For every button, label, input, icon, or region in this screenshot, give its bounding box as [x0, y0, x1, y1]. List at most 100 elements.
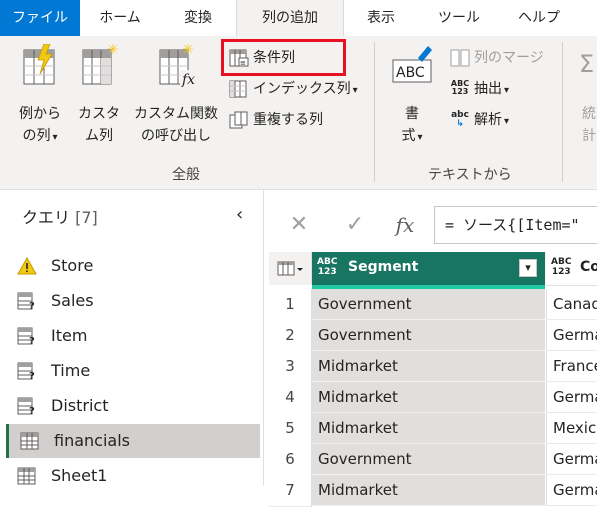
tab-help[interactable]: ヘルプ — [499, 0, 579, 36]
table-icon — [20, 432, 39, 450]
column-from-examples-button[interactable]: 例から の列 ▾ — [10, 43, 70, 149]
table-row[interactable]: 2 Government Germany — [269, 320, 597, 352]
invoke-function-icon: ✳ fx — [159, 42, 198, 88]
cancel-formula-icon[interactable]: ✕ — [279, 204, 319, 246]
label: 解析 — [474, 112, 502, 128]
type-num: 123 — [317, 267, 337, 277]
tab-tools[interactable]: ツール — [419, 0, 499, 36]
query-item[interactable]: Sheet1 — [6, 459, 257, 493]
row-number: 1 — [269, 289, 312, 321]
query-item[interactable]: ? District — [6, 389, 257, 423]
svg-text:?: ? — [29, 406, 35, 415]
duplicate-column-icon — [229, 111, 248, 129]
parse-button[interactable]: abc ↳ 解析 ▾ — [450, 108, 509, 132]
table-row[interactable]: 4 Midmarket Germany — [269, 382, 597, 414]
cell-segment[interactable]: Government — [312, 320, 545, 351]
highlight-box — [221, 39, 346, 76]
cell-segment[interactable]: Midmarket — [312, 475, 545, 506]
cell-country[interactable]: Mexico — [546, 413, 597, 444]
tab-view[interactable]: 表示 — [343, 0, 419, 36]
query-item[interactable]: Store — [6, 249, 257, 283]
fx-icon[interactable]: fx — [385, 204, 425, 246]
label: の呼び出し — [141, 128, 211, 144]
cell-country[interactable]: Germany — [546, 475, 597, 506]
queries-count: [7] — [75, 208, 98, 227]
table-row[interactable]: 6 Government Germany — [269, 444, 597, 476]
row-number: 5 — [269, 413, 312, 445]
merge-columns-button[interactable]: 列のマージ — [450, 46, 544, 70]
type-any-icon: ABC 123 — [551, 257, 571, 277]
svg-text:?: ? — [29, 301, 35, 310]
caret-down-icon: ▾ — [417, 132, 423, 143]
label: 抽出 — [474, 81, 502, 97]
cell-country[interactable]: Germany — [546, 444, 597, 475]
column-header-country[interactable]: ABC 123 Co — [546, 252, 597, 286]
label: 例から — [19, 106, 61, 122]
tab-file[interactable]: ファイル — [0, 0, 80, 36]
query-item[interactable]: ? Item — [6, 319, 257, 353]
filter-dropdown-icon[interactable]: ▾ — [519, 259, 537, 277]
custom-column-icon: ✳ — [82, 42, 119, 85]
svg-text:Σ: Σ — [579, 50, 594, 78]
column-name: Segment — [348, 259, 419, 275]
invoke-custom-function-button[interactable]: ✳ fx カスタム関数 の呼び出し — [128, 42, 224, 147]
cell-country[interactable]: Germany — [546, 382, 597, 413]
num-text: 123 — [451, 87, 469, 96]
query-name: Sales — [51, 291, 94, 310]
table-query-icon: ? — [17, 362, 35, 380]
group-label-from-text: テキストから — [428, 167, 512, 183]
table-query-icon: ? — [17, 292, 35, 310]
type-text: ABC — [551, 257, 572, 267]
label: 式 — [401, 128, 416, 144]
caret-down-icon: ▾ — [504, 116, 510, 127]
parse-icon: abc ↳ — [450, 111, 470, 129]
cell-segment[interactable]: Midmarket — [312, 351, 545, 382]
group-separator — [562, 42, 563, 182]
label: インデックス列 — [253, 81, 351, 97]
type-any-icon: ABC 123 — [317, 257, 337, 277]
table-row[interactable]: 1 Government Canada — [269, 289, 597, 321]
collapse-pane-icon[interactable]: ‹ — [236, 204, 243, 225]
statistics-button[interactable]: Σ 統 計 — [574, 44, 597, 147]
table-menu-button[interactable] — [269, 252, 312, 285]
group-label-general: 全般 — [172, 167, 200, 183]
table-query-icon: ? — [17, 397, 35, 415]
cell-country[interactable]: Canada — [546, 289, 597, 320]
table-row[interactable]: 5 Midmarket Mexico — [269, 413, 597, 445]
extract-button[interactable]: ABC 123 抽出 ▾ — [450, 77, 509, 101]
cell-country[interactable]: Germany — [546, 320, 597, 351]
table-row[interactable]: 7 Midmarket Germany — [269, 475, 597, 507]
query-item[interactable]: ? Sales — [6, 284, 257, 318]
warning-icon — [17, 257, 37, 275]
label: カスタム関数 — [134, 106, 218, 122]
duplicate-column-button[interactable]: 重複する列 — [229, 108, 323, 132]
cell-segment[interactable]: Government — [312, 289, 545, 320]
format-button[interactable]: ABC 書 式 ▾ — [386, 44, 438, 149]
table-row[interactable]: 3 Midmarket France — [269, 351, 597, 383]
svg-text:?: ? — [29, 336, 35, 345]
label: ム列 — [85, 128, 113, 144]
tab-home[interactable]: ホーム — [80, 0, 160, 36]
type-num: 123 — [551, 267, 571, 277]
cell-segment[interactable]: Midmarket — [312, 413, 545, 444]
cell-segment[interactable]: Government — [312, 444, 545, 475]
index-column-button[interactable]: インデックス列 ▾ — [229, 77, 358, 101]
custom-column-button[interactable]: ✳ カスタ ム列 — [74, 42, 124, 147]
svg-text:✳: ✳ — [107, 44, 119, 58]
row-number: 7 — [269, 475, 312, 507]
cell-segment[interactable]: Midmarket — [312, 382, 545, 413]
cell-country[interactable]: France — [546, 351, 597, 382]
query-name: Sheet1 — [51, 466, 108, 485]
column-header-segment[interactable]: ABC 123 Segment ▾ — [312, 252, 545, 285]
group-separator — [374, 42, 375, 182]
tab-transform[interactable]: 変換 — [160, 0, 236, 36]
tab-add-column[interactable]: 列の追加 — [236, 0, 344, 36]
svg-text:✳: ✳ — [182, 44, 194, 58]
confirm-formula-icon[interactable]: ✓ — [335, 204, 375, 246]
label: 重複する列 — [253, 112, 323, 128]
query-item-selected[interactable]: financials — [6, 424, 260, 458]
query-item[interactable]: ? Time — [6, 354, 257, 388]
caret-down-icon: ▾ — [352, 85, 358, 96]
query-name: Store — [51, 256, 94, 275]
formula-input[interactable]: = ソース{[Item=" — [434, 206, 597, 244]
